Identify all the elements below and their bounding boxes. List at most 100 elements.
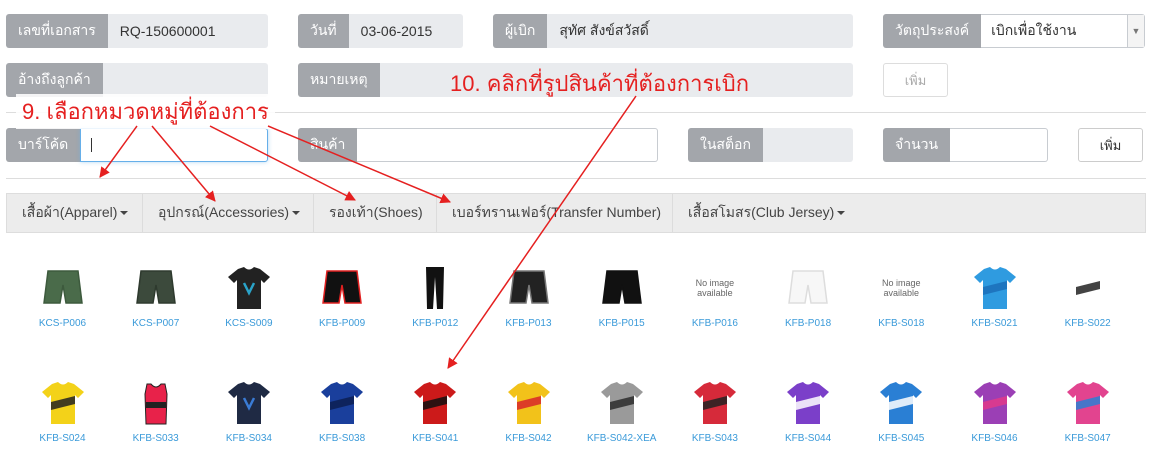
product-code-link[interactable]: KFB-P012	[389, 318, 482, 329]
product-code-link[interactable]: KFB-P013	[482, 318, 575, 329]
qty-input[interactable]	[950, 128, 1048, 162]
product-code-link[interactable]: KCS-P006	[16, 318, 109, 329]
category-menu-item[interactable]: อุปกรณ์(Accessories)	[143, 194, 314, 232]
product-code-link[interactable]: KFB-S018	[855, 318, 948, 329]
product-code-link[interactable]: KFB-S033	[109, 433, 202, 444]
product-image[interactable]	[594, 375, 650, 431]
product-item[interactable]: KFB-S047	[1041, 375, 1134, 444]
product-image[interactable]	[407, 375, 463, 431]
product-image[interactable]	[1060, 260, 1116, 316]
product-image[interactable]	[314, 260, 370, 316]
product-code-link[interactable]: KFB-P009	[296, 318, 389, 329]
product-image[interactable]	[35, 375, 91, 431]
stock-value	[762, 128, 853, 162]
product-code-link[interactable]: KFB-S042	[482, 433, 575, 444]
product-code-link[interactable]: KFB-P015	[575, 318, 668, 329]
product-item[interactable]: KFB-S022	[1041, 260, 1134, 329]
product-item[interactable]: KFB-S045	[855, 375, 948, 444]
product-image[interactable]	[780, 260, 836, 316]
product-item[interactable]: KCS-P006	[16, 260, 109, 329]
product-image[interactable]	[594, 260, 650, 316]
product-code-link[interactable]: KFB-S021	[948, 318, 1041, 329]
product-code-link[interactable]: KFB-S042-XEA	[575, 433, 668, 444]
product-item[interactable]: KFB-S034	[202, 375, 295, 444]
category-menu-item[interactable]: เบอร์ทรานเฟอร์(Transfer Number)	[437, 194, 673, 232]
product-image[interactable]	[221, 375, 277, 431]
product-item[interactable]: KCS-P007	[109, 260, 202, 329]
category-menu-item[interactable]: เสื้อสโมสร(Club Jersey)	[673, 194, 846, 232]
customer-ref-field[interactable]	[102, 63, 268, 97]
product-item[interactable]: KFB-P018	[762, 260, 855, 329]
no-image-placeholder[interactable]: No image available	[873, 260, 929, 316]
product-image[interactable]	[967, 375, 1023, 431]
requester-label: ผู้เบิก	[493, 14, 548, 48]
product-image[interactable]	[1060, 375, 1116, 431]
product-image[interactable]	[967, 260, 1023, 316]
no-image-text: No image available	[882, 278, 921, 298]
product-image[interactable]	[128, 260, 184, 316]
barcode-input[interactable]	[80, 128, 268, 162]
product-code-link[interactable]: KFB-S022	[1041, 318, 1134, 329]
product-item[interactable]: KFB-P009	[296, 260, 389, 329]
product-input[interactable]	[357, 128, 658, 162]
text-caret	[91, 138, 93, 152]
annotation-step9: 9. เลือกหมวดหมู่ที่ต้องการ	[16, 94, 275, 129]
add-item-button[interactable]: เพิ่ม	[1078, 128, 1143, 162]
product-image[interactable]	[407, 260, 463, 316]
product-item[interactable]: KFB-P013	[482, 260, 575, 329]
category-menu-item[interactable]: เสื้อผ้า(Apparel)	[7, 194, 143, 232]
product-image[interactable]	[687, 375, 743, 431]
product-item[interactable]: KFB-S044	[762, 375, 855, 444]
product-code-link[interactable]: KFB-P018	[762, 318, 855, 329]
product-item[interactable]: KFB-S042	[482, 375, 575, 444]
product-item[interactable]: KFB-P015	[575, 260, 668, 329]
product-image[interactable]	[128, 375, 184, 431]
date-group: วันที่ 03-06-2015	[298, 14, 463, 48]
purpose-select[interactable]: เบิกเพื่อใช้งาน ▼	[981, 14, 1145, 48]
product-code-link[interactable]: KFB-S046	[948, 433, 1041, 444]
product-item[interactable]: KFB-S021	[948, 260, 1041, 329]
product-image[interactable]	[780, 375, 836, 431]
product-code-link[interactable]: KFB-P016	[668, 318, 761, 329]
doc-no-value: RQ-150600001	[107, 14, 268, 48]
product-code-link[interactable]: KFB-S041	[389, 433, 482, 444]
product-item[interactable]: KFB-S024	[16, 375, 109, 444]
product-code-link[interactable]: KFB-S038	[296, 433, 389, 444]
product-image[interactable]	[314, 375, 370, 431]
qty-label: จำนวน	[883, 128, 951, 162]
caret-down-icon	[292, 211, 301, 215]
product-image[interactable]	[501, 260, 557, 316]
product-item[interactable]: No image available KFB-S018	[855, 260, 948, 329]
product-item[interactable]: KFB-S033	[109, 375, 202, 444]
product-item[interactable]: KFB-S042-XEA	[575, 375, 668, 444]
product-code-link[interactable]: KCS-S009	[202, 318, 295, 329]
category-menu-item[interactable]: รองเท้า(Shoes)	[314, 194, 437, 232]
product-image[interactable]	[35, 260, 91, 316]
date-value: 03-06-2015	[348, 14, 463, 48]
product-code-link[interactable]: KCS-P007	[109, 318, 202, 329]
note-label: หมายเหตุ	[298, 63, 380, 97]
product-code-link[interactable]: KFB-S024	[16, 433, 109, 444]
product-item[interactable]: KFB-S038	[296, 375, 389, 444]
product-item[interactable]: KFB-P012	[389, 260, 482, 329]
product-code-link[interactable]: KFB-S047	[1041, 433, 1134, 444]
product-item[interactable]: No image available KFB-P016	[668, 260, 761, 329]
product-item[interactable]: KFB-S043	[668, 375, 761, 444]
category-label: เสื้อผ้า(Apparel)	[22, 204, 118, 220]
category-menu: เสื้อผ้า(Apparel) อุปกรณ์(Accessories) รอง…	[6, 193, 1146, 233]
product-image[interactable]	[501, 375, 557, 431]
product-code-link[interactable]: KFB-S043	[668, 433, 761, 444]
no-image-placeholder[interactable]: No image available	[687, 260, 743, 316]
product-label: สินค้า	[298, 128, 358, 162]
product-code-link[interactable]: KFB-S045	[855, 433, 948, 444]
product-image[interactable]	[221, 260, 277, 316]
product-item[interactable]: KCS-S009	[202, 260, 295, 329]
product-item[interactable]: KFB-S041	[389, 375, 482, 444]
category-label: รองเท้า(Shoes)	[329, 204, 423, 220]
date-label: วันที่	[298, 14, 349, 48]
header-add-button[interactable]: เพิ่ม	[883, 63, 948, 97]
product-code-link[interactable]: KFB-S034	[202, 433, 295, 444]
product-image[interactable]	[873, 375, 929, 431]
product-code-link[interactable]: KFB-S044	[762, 433, 855, 444]
product-item[interactable]: KFB-S046	[948, 375, 1041, 444]
